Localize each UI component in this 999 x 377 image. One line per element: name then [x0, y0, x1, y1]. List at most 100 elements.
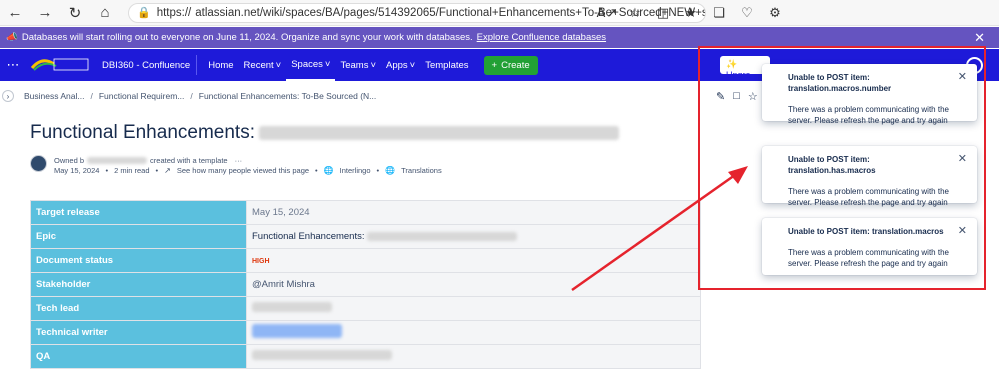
mention-redacted[interactable]	[252, 350, 392, 360]
breadcrumb-separator: /	[190, 91, 193, 101]
refresh-icon[interactable]: ↻	[60, 0, 90, 26]
banner-link[interactable]: Explore Confluence databases	[477, 32, 606, 43]
translations-link[interactable]: Translations	[401, 166, 442, 175]
breadcrumb: › Business Anal... / Functional Requirem…	[0, 90, 376, 102]
read-aloud-icon[interactable]: A ↗	[593, 5, 621, 21]
property-value-cell: Functional Enhancements:	[246, 224, 701, 249]
chevron-down-icon: ˅	[409, 59, 416, 71]
property-key: Tech lead	[30, 296, 247, 321]
property-key: QA	[30, 344, 247, 369]
owner-avatar[interactable]	[30, 155, 47, 172]
favorites-icon[interactable]: ★	[677, 5, 705, 21]
dbi360-logo-icon	[28, 54, 90, 76]
megaphone-icon: 📣	[6, 32, 18, 43]
nav-apps[interactable]: Apps ˅	[381, 60, 420, 71]
analytics-icon: ↗	[164, 166, 171, 175]
forward-icon[interactable]: →	[30, 0, 60, 26]
chevron-right-icon[interactable]: ›	[2, 90, 14, 102]
dot-separator: •	[105, 166, 109, 175]
url-domain: atlassian.net	[195, 6, 260, 19]
globe-icon: 🌐	[385, 166, 396, 175]
error-toast: Unable to POST item: translation.macros …	[762, 218, 977, 275]
nav-spaces-label: Spaces	[291, 58, 323, 70]
app-switcher-icon[interactable]: ⋯	[0, 57, 26, 73]
nav-teams-label: Teams	[340, 59, 369, 71]
close-icon[interactable]: ✕	[958, 70, 967, 83]
toast-body: There was a problem communicating with t…	[788, 248, 949, 268]
home-icon[interactable]: ⌂	[90, 0, 120, 26]
error-toast: Unable to POST item: translation.macros.…	[762, 64, 977, 125]
close-icon[interactable]: ✕	[958, 224, 967, 237]
property-key: Technical writer	[30, 320, 247, 345]
table-row: Epic Functional Enhancements:	[30, 224, 701, 249]
table-row: QA	[30, 344, 701, 369]
toast-body: There was a problem communicating with t…	[788, 105, 949, 125]
health-icon[interactable]: ♡	[733, 5, 761, 21]
nav-recent-label: Recent	[243, 59, 274, 71]
nav-teams[interactable]: Teams ˅	[335, 60, 381, 71]
banner-text: Databases will start rolling out to ever…	[21, 32, 473, 43]
toast-body: There was a problem communicating with t…	[788, 187, 949, 207]
logo[interactable]	[28, 54, 90, 76]
property-value-cell: HIGH	[246, 248, 701, 273]
breadcrumb-item[interactable]: Functional Enhancements: To-Be Sourced (…	[199, 91, 377, 101]
chevron-down-icon: ˅	[370, 59, 377, 71]
collections-icon[interactable]: ❏	[705, 5, 733, 21]
globe-icon: 🌐	[323, 166, 334, 175]
property-value: May 15, 2024	[246, 200, 701, 225]
browser-toolbar: ← → ↻ ⌂ 🔒 https:// atlassian.net /wiki/s…	[0, 0, 999, 26]
nav-templates[interactable]: Templates	[420, 60, 473, 71]
site-name[interactable]: DBI360 - Confluence	[102, 60, 190, 71]
breadcrumb-item[interactable]: Functional Requirem...	[99, 91, 185, 101]
mention-redacted[interactable]	[252, 302, 332, 312]
owner-redacted	[87, 157, 148, 164]
property-value-cell	[246, 320, 701, 345]
back-icon[interactable]: ←	[0, 0, 30, 26]
create-button[interactable]: + Create	[483, 55, 538, 75]
split-screen-icon[interactable]: ◫	[649, 5, 677, 21]
table-row: Stakeholder @Amrit Mishra	[30, 272, 701, 297]
property-value-cell	[246, 296, 701, 321]
table-row: Tech lead	[30, 296, 701, 321]
mention-redacted[interactable]	[252, 324, 342, 338]
mention-stakeholder[interactable]: @Amrit Mishra	[252, 279, 315, 290]
nav-apps-label: Apps	[386, 59, 408, 71]
page-properties-table: Target release May 15, 2024 Epic Functio…	[30, 200, 701, 369]
browser-actions: A ↗ ☆ ◫ ★ ❏ ♡ ⚙	[593, 0, 789, 26]
announcement-banner: 📣 Databases will start rolling out to ev…	[0, 27, 999, 48]
more-icon[interactable]: ···	[235, 156, 243, 165]
toast-title: Unable to POST item: translation.macros.…	[788, 73, 892, 93]
property-key: Document status	[30, 248, 247, 273]
favorite-icon[interactable]: ☆	[621, 5, 649, 21]
property-value[interactable]: Functional Enhancements:	[252, 231, 364, 242]
toast-title: Unable to POST item: translation.has.mac…	[788, 155, 876, 175]
extensions-icon[interactable]: ⚙	[761, 5, 789, 21]
property-value-cell	[246, 344, 701, 369]
close-icon[interactable]: ✕	[974, 30, 985, 46]
dot-separator: •	[315, 166, 318, 175]
nav-spaces[interactable]: Spaces ˅	[286, 49, 336, 81]
breadcrumb-item[interactable]: Business Anal...	[24, 91, 84, 101]
page-title: Functional Enhancements:	[30, 122, 619, 144]
epic-redacted	[367, 231, 518, 241]
table-row: Technical writer	[30, 320, 701, 345]
property-key: Epic	[30, 224, 247, 249]
breadcrumb-separator: /	[90, 91, 93, 101]
url-prefix: https://	[156, 6, 192, 19]
created-with: created with a template	[150, 156, 228, 165]
owner-prefix: Owned b	[54, 156, 85, 165]
divider	[196, 55, 198, 75]
create-label: Create	[501, 59, 530, 71]
page-date: May 15, 2024	[54, 166, 100, 175]
page-title-text: Functional Enhancements:	[30, 122, 255, 143]
property-value-cell: @Amrit Mishra	[246, 272, 701, 297]
nav-recent[interactable]: Recent ˅	[239, 60, 287, 71]
status-badge[interactable]: HIGH	[252, 258, 270, 265]
nav-home[interactable]: Home	[203, 60, 238, 71]
dot-separator: •	[376, 166, 380, 175]
close-icon[interactable]: ✕	[958, 152, 967, 165]
table-row: Document status HIGH	[30, 248, 701, 273]
interlingo-link[interactable]: Interlingo	[340, 166, 371, 175]
dot-separator: •	[155, 166, 159, 175]
viewers-link[interactable]: See how many people viewed this page	[177, 166, 309, 175]
